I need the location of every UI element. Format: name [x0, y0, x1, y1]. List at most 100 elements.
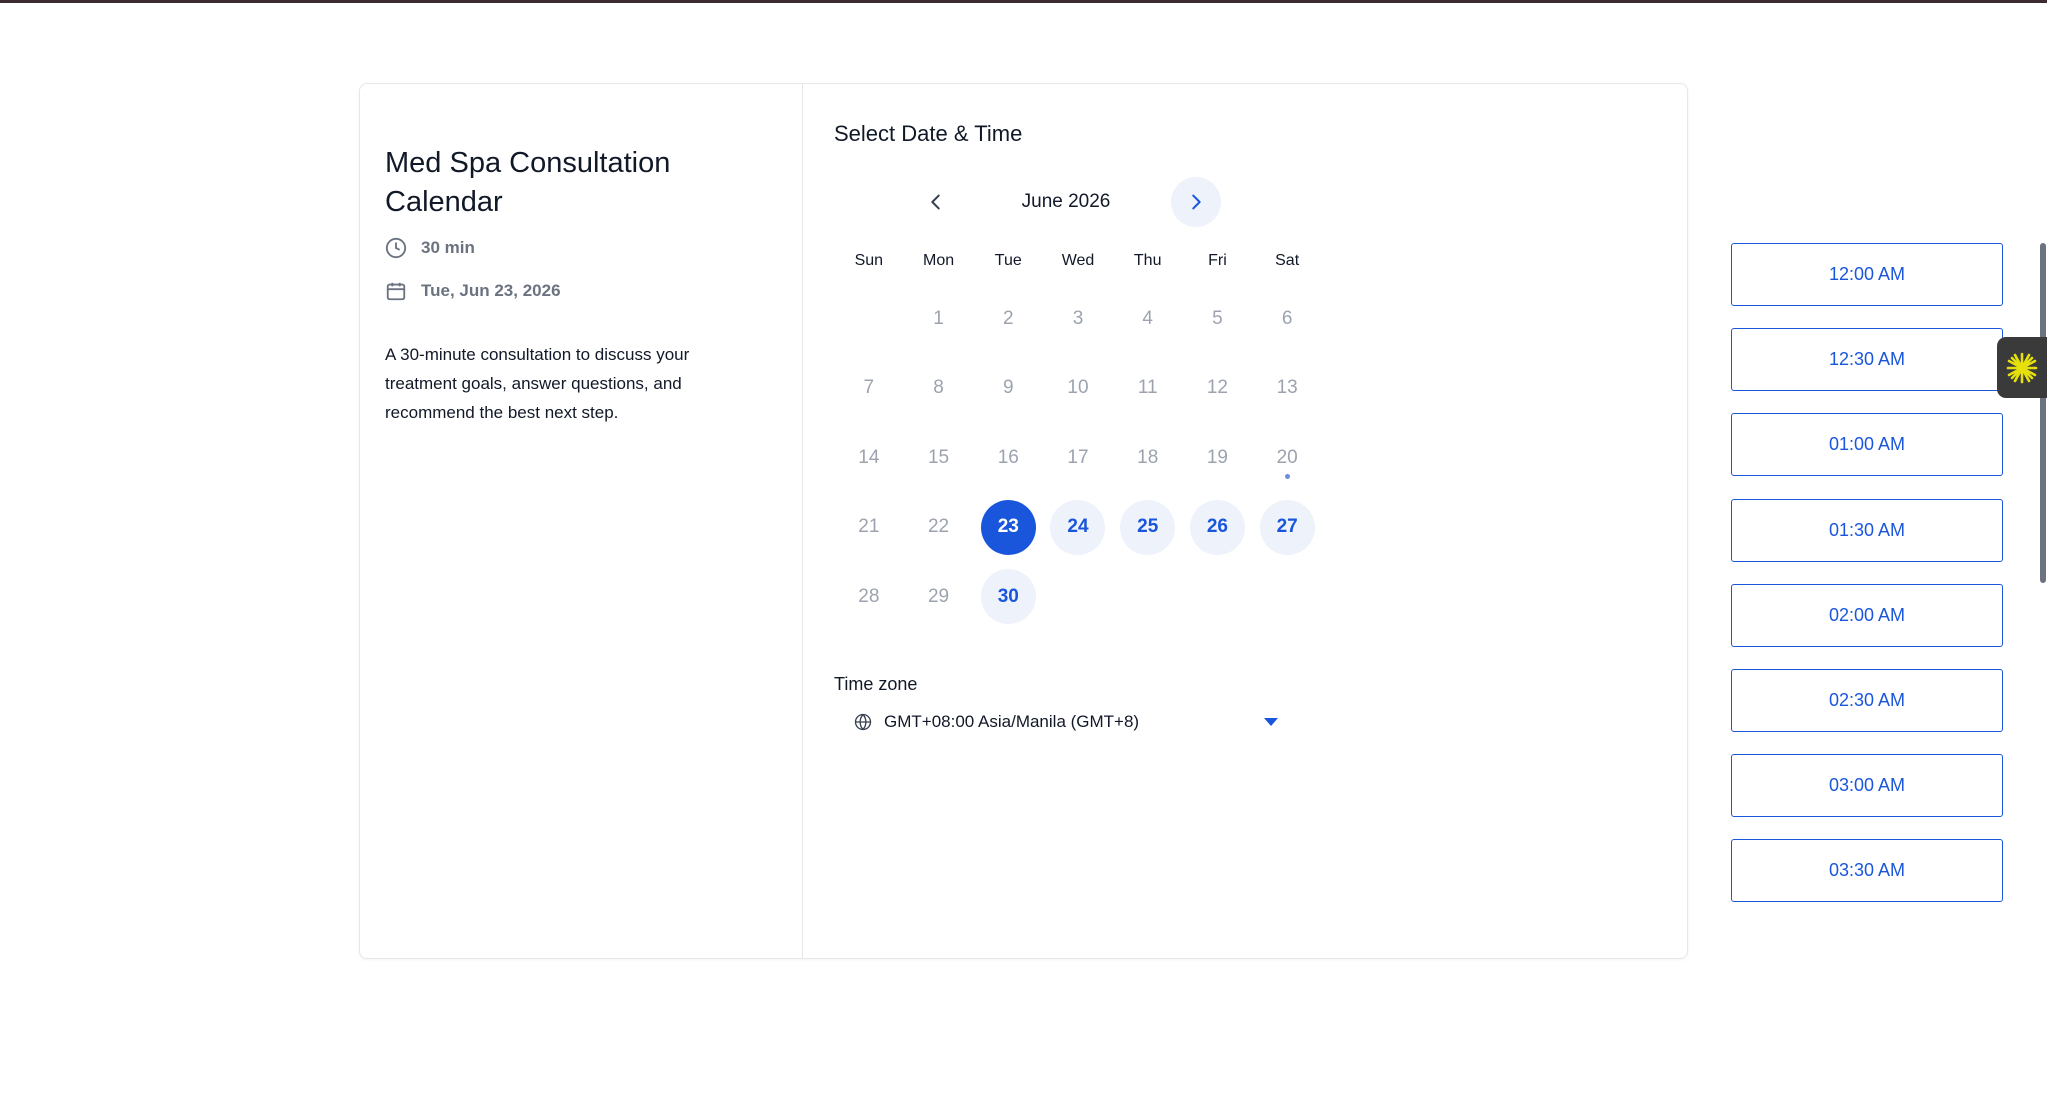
weekday-label: Fri [1208, 252, 1227, 269]
calendar-day-number: 3 [1072, 307, 1084, 329]
calendar-day-number: 14 [858, 446, 880, 468]
weekday-label: Tue [994, 252, 1022, 269]
event-duration: 30 min [385, 237, 475, 259]
time-slot-button[interactable]: 12:30 AM [1731, 328, 2003, 392]
calendar-day: 7 [834, 354, 904, 424]
time-slot-button[interactable]: 01:00 AM [1731, 413, 2003, 477]
calendar-day-number: 23 [980, 499, 1036, 555]
clock-icon [385, 237, 407, 259]
calendar-day-number: 19 [1206, 446, 1228, 468]
calendar-day-number: 9 [1002, 377, 1014, 399]
calendar-day-number: 30 [980, 569, 1036, 625]
calendar-day-number: 26 [1189, 499, 1245, 555]
calendar-day-number: 11 [1137, 377, 1158, 399]
booking-card: Med Spa Consultation Calendar 30 min Tue… [359, 83, 2046, 959]
sparkle-icon [2006, 352, 2038, 383]
calendar-day-number: 22 [927, 516, 950, 538]
calendar-day: 12 [1183, 354, 1253, 424]
calendar-day-number: 7 [863, 377, 875, 399]
calendar-day-number: 29 [927, 585, 950, 607]
calendar-day: 1 [904, 284, 974, 354]
calendar-day-number: 16 [997, 446, 1019, 468]
calendar-day: 8 [904, 354, 974, 424]
time-slot-button[interactable]: 02:30 AM [1731, 669, 2003, 732]
calendar-day: 6 [1252, 284, 1322, 354]
calendar-day: 2 [973, 284, 1043, 354]
month-navigation: June 2026 [911, 177, 1221, 227]
calendar-day-number: 27 [1259, 499, 1315, 555]
calendar-day: 10 [1043, 354, 1113, 424]
calendar-day: 28 [834, 562, 904, 632]
calendar-day-number: 5 [1212, 307, 1223, 329]
calendar-day-number: 18 [1137, 446, 1159, 468]
time-slot-button[interactable]: 12:00 AM [1731, 243, 2003, 306]
scheduler-panel: Select Date & Time June 2026 Sun Mon Tue We… [803, 84, 2046, 958]
timezone-value: GMT+08:00 Asia/Manila (GMT+8) [884, 712, 1140, 731]
calendar-day-number: 17 [1067, 446, 1089, 468]
calendar-day: 13 [1252, 354, 1322, 424]
calendar-day: 19 [1183, 423, 1253, 493]
weekday-header: Sun Mon Tue Wed Thu Fri Sat [834, 252, 1322, 270]
event-description: A 30-minute consultation to discuss your… [385, 345, 690, 422]
event-details-panel: Med Spa Consultation Calendar 30 min Tue… [360, 84, 803, 958]
timezone-label: Time zone [834, 674, 918, 694]
calendar-day-number: 6 [1281, 307, 1293, 329]
calendar-day-number: 1 [933, 307, 944, 329]
calendar-day: 22 [904, 493, 974, 563]
calendar-day-number: 24 [1050, 499, 1106, 555]
calendar-day-number: 25 [1120, 499, 1176, 555]
calendar-icon [386, 282, 406, 301]
globe-icon [854, 713, 872, 731]
calendar-day[interactable]: 25 [1113, 493, 1183, 563]
weekday-label: Thu [1133, 252, 1162, 269]
time-slot-button[interactable]: 03:00 AM [1731, 754, 2003, 818]
calendar-day: 9 [973, 354, 1043, 424]
calendar-day-number: 8 [933, 377, 944, 399]
calendar-day: 4 [1113, 284, 1183, 354]
calendar-day: 14 [834, 423, 904, 493]
weekday-label: Mon [923, 252, 955, 269]
calendar-day[interactable]: 26 [1183, 493, 1253, 563]
calendar-day-number: 4 [1142, 307, 1153, 329]
calendar-day[interactable]: 24 [1043, 493, 1113, 563]
caret-down-icon [1264, 718, 1278, 726]
weekday-label: Sat [1275, 252, 1300, 269]
calendar-day[interactable]: 27 [1252, 493, 1322, 563]
section-title: Select Date & Time [834, 121, 1023, 146]
calendar-day: 17 [1043, 423, 1113, 493]
calendar-grid: 1 2 3 4 5 6 7 8 9 10 11 12 13 14 15 16 17 18 19 20 21 22 23 24 2… [834, 284, 1322, 632]
calendar-day: 16 [973, 423, 1043, 493]
calendar-day-selected[interactable]: 23 [973, 493, 1043, 563]
event-date: Tue, Jun 23, 2026 [385, 280, 561, 302]
event-duration-text: 30 min [421, 238, 475, 257]
chevron-left-icon [931, 194, 940, 210]
time-slot-scrollbar[interactable] [2040, 243, 2046, 583]
calendar-day: 21 [834, 493, 904, 563]
side-widget-button[interactable] [1997, 337, 2047, 398]
month-label: June 2026 [1021, 191, 1111, 212]
top-accent-bar [0, 0, 2047, 3]
weekday-label: Wed [1061, 252, 1095, 269]
previous-month-button[interactable] [911, 177, 961, 227]
chevron-right-icon [1192, 194, 1201, 210]
calendar-day: 11 [1113, 354, 1183, 424]
calendar-day-number: 2 [1002, 307, 1014, 329]
time-slot-button[interactable]: 01:30 AM [1731, 498, 2003, 562]
weekday-label: Sun [854, 252, 884, 269]
calendar-day: 5 [1183, 284, 1253, 354]
time-slot-button[interactable]: 02:00 AM [1731, 583, 2003, 647]
next-month-button[interactable] [1171, 177, 1221, 227]
calendar-day-number: 10 [1067, 377, 1089, 399]
timezone-select[interactable]: GMT+08:00 Asia/Manila (GMT+8) [854, 702, 1278, 742]
calendar-day: 3 [1043, 284, 1113, 354]
calendar-day-number: 13 [1276, 377, 1298, 399]
calendar-day: 29 [904, 562, 974, 632]
calendar-day[interactable]: 30 [973, 562, 1043, 632]
event-title: Med Spa Consultation Calendar [385, 147, 671, 218]
calendar-day-number: 21 [858, 516, 880, 538]
calendar-day-number: 28 [858, 585, 880, 607]
calendar-day: 15 [904, 423, 974, 493]
calendar-day: 20 [1252, 423, 1322, 493]
time-slot-button[interactable]: 03:30 AM [1731, 839, 2003, 903]
calendar-empty-cell [834, 284, 904, 354]
